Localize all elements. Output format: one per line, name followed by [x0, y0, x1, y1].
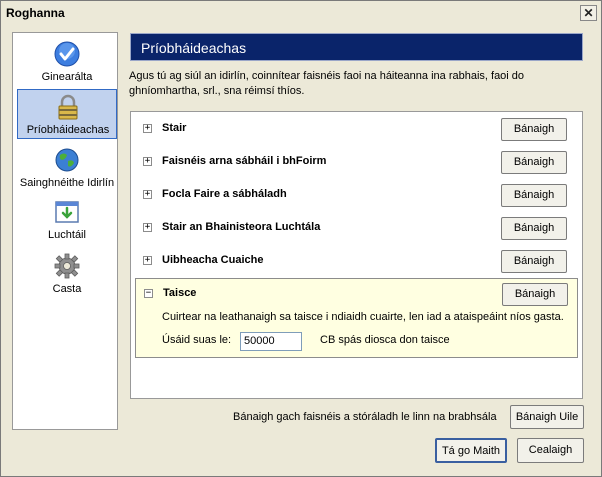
privacy-items-list: + Stair Bánaigh + Faisnéis arna sábháil … — [130, 111, 583, 399]
clear-passwords-button[interactable]: Bánaigh — [501, 184, 567, 207]
gear-icon — [54, 253, 80, 279]
clear-history-button[interactable]: Bánaigh — [501, 118, 567, 141]
clear-cookies-button[interactable]: Bánaigh — [501, 250, 567, 273]
cache-size-unit: CB spás diosca don taisce — [320, 334, 450, 346]
item-label: Stair — [162, 122, 187, 134]
sidebar-item-label: Ginearálta — [41, 71, 93, 83]
cache-size-label: Úsáid suas le: — [162, 334, 232, 346]
expand-toggle[interactable]: + — [143, 157, 152, 166]
sidebar-item-label: Príobháideachas — [26, 124, 110, 136]
sidebar-item-downloads[interactable]: Luchtáil — [17, 195, 117, 245]
panel-title: Príobháideachas — [141, 40, 247, 56]
list-item-cache: − Taisce Bánaigh Cuirtear na leathanaigh… — [135, 278, 578, 358]
panel-header: Príobháideachas — [130, 33, 583, 61]
cancel-button[interactable]: Cealaigh — [517, 438, 584, 463]
download-icon — [54, 199, 80, 225]
checkmark-icon — [54, 41, 80, 67]
expand-toggle[interactable]: + — [143, 256, 152, 265]
clear-download-history-button[interactable]: Bánaigh — [501, 217, 567, 240]
clear-all-button[interactable]: Bánaigh Uile — [510, 405, 584, 429]
list-item-history: + Stair Bánaigh — [135, 114, 578, 144]
cache-description: Cuirtear na leathanaigh sa taisce i ndia… — [162, 311, 564, 323]
close-button[interactable]: ✕ — [580, 5, 597, 21]
window-title: Roghanna — [6, 6, 65, 20]
panel-description: Agus tú ag siúl an idirlín, coinnítear f… — [129, 70, 525, 97]
expand-toggle[interactable]: + — [143, 124, 152, 133]
title-bar: Roghanna ✕ — [1, 1, 601, 25]
list-item-download-history: + Stair an Bhainisteora Luchtála Bánaigh — [135, 213, 578, 243]
sidebar-item-label: Sainghnéithe Idirlín — [19, 177, 115, 189]
list-item-passwords: + Focla Faire a sábháladh Bánaigh — [135, 180, 578, 210]
item-label: Focla Faire a sábháladh — [162, 188, 287, 200]
options-dialog: Roghanna ✕ Ginearálta Príobháideachas Sa… — [0, 0, 602, 477]
sidebar-item-label: Casta — [52, 283, 82, 295]
sidebar-item-privacy[interactable]: Príobháideachas — [17, 89, 117, 139]
item-label: Uibheacha Cuaiche — [162, 254, 264, 266]
expand-toggle[interactable]: + — [143, 223, 152, 232]
clear-form-data-button[interactable]: Bánaigh — [501, 151, 567, 174]
globe-icon — [54, 147, 80, 173]
item-label: Stair an Bhainisteora Luchtála — [162, 221, 321, 233]
category-sidebar: Ginearálta Príobháideachas Sainghnéithe … — [12, 32, 118, 430]
item-label: Faisnéis arna sábháil i bhFoirm — [162, 155, 327, 167]
padlock-icon — [55, 94, 81, 120]
sidebar-item-web-features[interactable]: Sainghnéithe Idirlín — [17, 143, 117, 193]
clear-all-description: Bánaigh gach faisnéis a stóráladh le lin… — [233, 411, 497, 423]
item-label: Taisce — [163, 287, 197, 299]
clear-cache-button[interactable]: Bánaigh — [502, 283, 568, 306]
sidebar-item-label: Luchtáil — [48, 229, 86, 241]
sidebar-item-advanced[interactable]: Casta — [17, 249, 117, 299]
cache-size-input[interactable]: 50000 — [240, 332, 302, 351]
expand-toggle[interactable]: + — [143, 190, 152, 199]
list-item-cookies: + Uibheacha Cuaiche Bánaigh — [135, 246, 578, 276]
sidebar-item-general[interactable]: Ginearálta — [17, 37, 117, 87]
list-item-form-data: + Faisnéis arna sábháil i bhFoirm Bánaig… — [135, 147, 578, 177]
ok-button[interactable]: Tá go Maith — [435, 438, 507, 463]
collapse-toggle[interactable]: − — [144, 289, 153, 298]
